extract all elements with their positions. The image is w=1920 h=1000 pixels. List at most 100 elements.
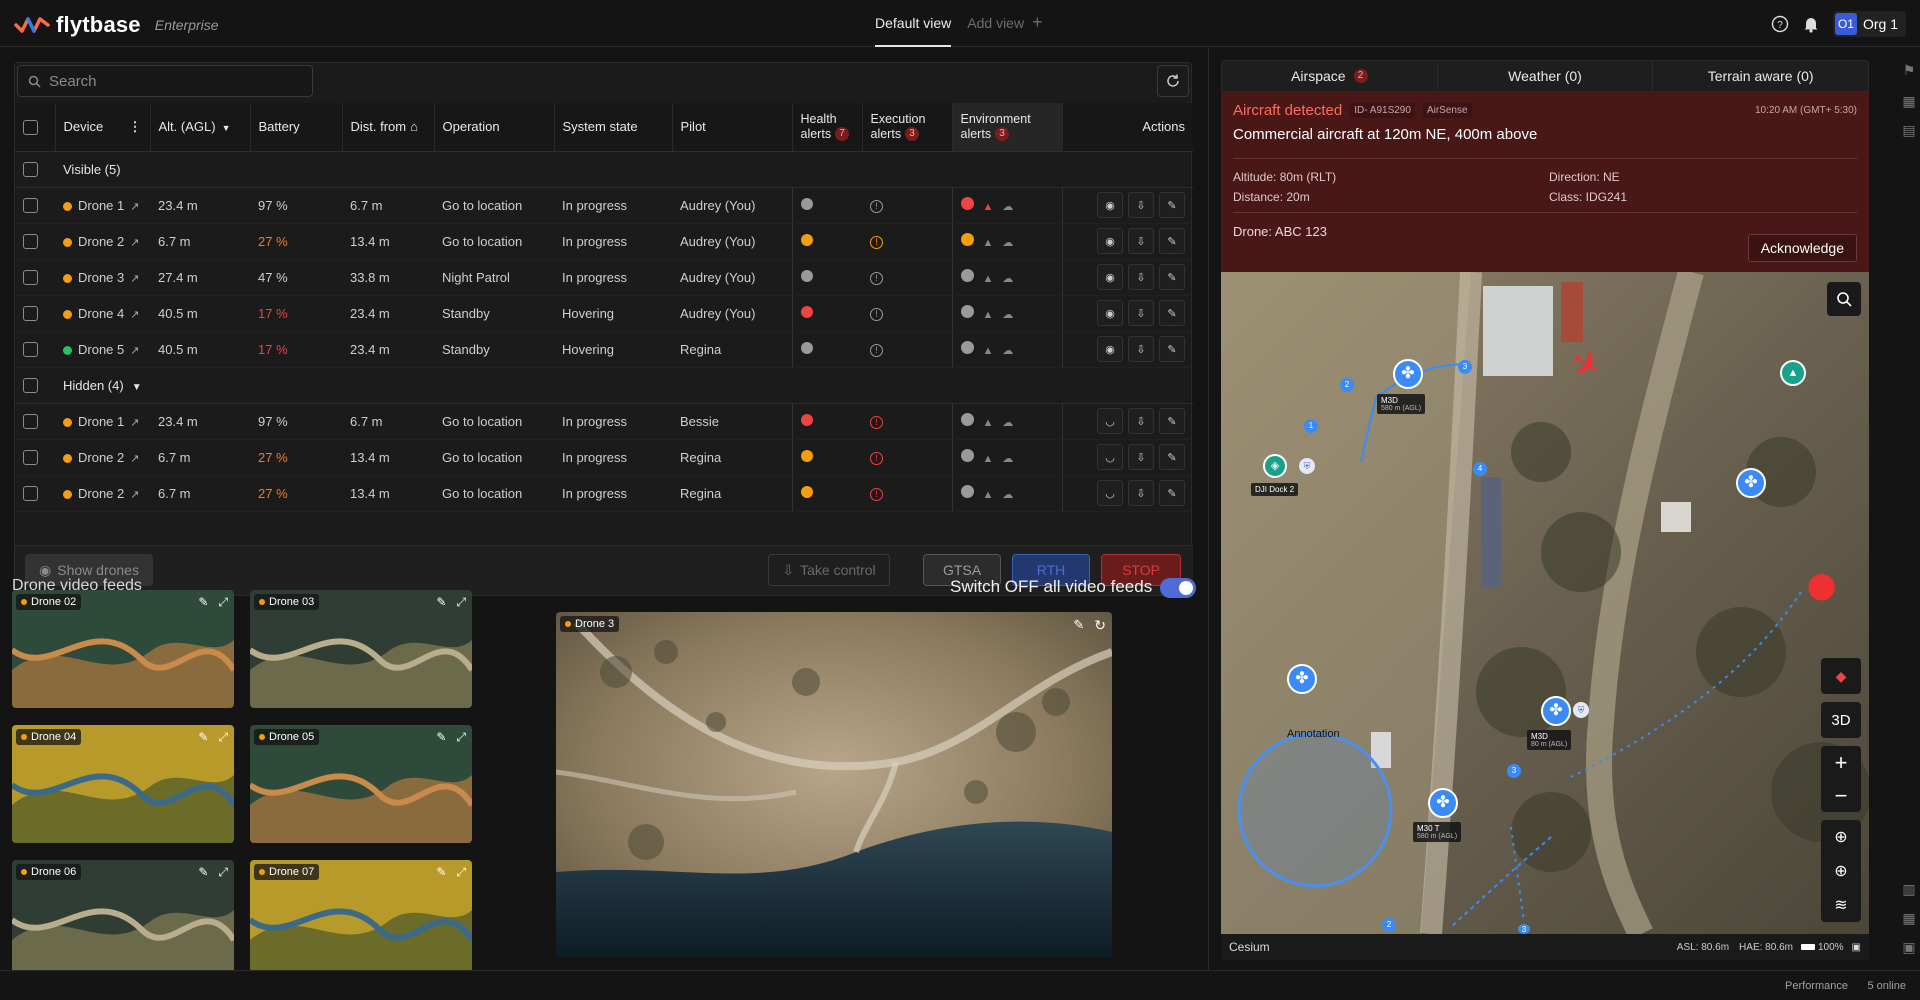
weather-status-icon[interactable]: ☁ xyxy=(1002,273,1013,285)
col-health[interactable]: Health alerts 7 xyxy=(792,103,863,152)
hide-icon[interactable]: ◡ xyxy=(1097,444,1123,470)
video-thumbnail[interactable]: Drone 05 ✎ ⤢ xyxy=(250,725,472,843)
select-all-checkbox[interactable] xyxy=(23,119,38,135)
view-icon[interactable]: ◉ xyxy=(1097,192,1123,218)
compass-button[interactable]: ◆ xyxy=(1821,658,1861,694)
video-thumbnail[interactable]: Drone 03 ✎ ⤢ xyxy=(250,590,472,708)
health-status-icon[interactable] xyxy=(800,197,813,210)
execution-status-icon[interactable]: ! xyxy=(870,271,883,285)
expand-icon[interactable]: ⤢ xyxy=(218,865,228,880)
control-icon[interactable]: ⇩ xyxy=(1128,300,1154,326)
performance-link[interactable]: Performance xyxy=(1785,980,1848,992)
org-switcher[interactable]: O1 Org 1 xyxy=(1832,11,1906,37)
table-row[interactable]: Drone 1 ↗ 23.4 m 97 % 6.7 m Go to location In … xyxy=(15,187,1193,224)
execution-status-icon[interactable]: ! xyxy=(870,451,883,465)
col-device[interactable]: Device ⋮ xyxy=(55,103,151,152)
terrain-status-icon[interactable]: ▲ xyxy=(983,453,994,465)
waypoint-marker[interactable]: 2 xyxy=(1340,378,1354,392)
health-status-icon[interactable] xyxy=(800,485,813,498)
waypoint-marker[interactable]: 4 xyxy=(1473,462,1487,476)
table-row[interactable]: Drone 1 ↗ 23.4 m 97 % 6.7 m Go to location In … xyxy=(15,403,1193,440)
airspace-status-icon[interactable] xyxy=(960,269,974,282)
group-visible-checkbox[interactable] xyxy=(23,162,38,178)
bell-icon[interactable] xyxy=(1803,15,1819,33)
drone-marker-m3d-top[interactable]: ✤ xyxy=(1393,359,1423,389)
group-hidden-checkbox[interactable] xyxy=(23,378,38,394)
device-cell[interactable]: Drone 1 ↗ xyxy=(55,403,150,440)
drone-marker-east[interactable]: ✤ xyxy=(1736,468,1766,498)
control-icon[interactable]: ⇩ xyxy=(1128,228,1154,254)
external-link-icon[interactable]: ↗ xyxy=(130,345,139,357)
pin-icon[interactable]: ✎ xyxy=(198,865,208,880)
drone-marker-annotation[interactable]: ✤ xyxy=(1287,664,1317,694)
dock-marker-east[interactable]: ▲ xyxy=(1780,360,1806,386)
control-icon[interactable]: ⇩ xyxy=(1128,336,1154,362)
pin-icon[interactable]: ✎ xyxy=(436,595,446,610)
table-row[interactable]: Drone 4 ↗ 40.5 m 17 % 23.4 m Standby Hovering A… xyxy=(15,295,1193,332)
col-dist[interactable]: Dist. from ⌂ xyxy=(342,103,435,152)
view-icon[interactable]: ◉ xyxy=(1097,264,1123,290)
storage-rail-icon[interactable]: ▥ xyxy=(1902,881,1915,898)
pin-icon[interactable]: ✎ xyxy=(1073,617,1084,634)
row-checkbox[interactable] xyxy=(23,306,38,322)
row-checkbox[interactable] xyxy=(23,270,38,286)
device-cell[interactable]: Drone 2 ↗ xyxy=(55,475,150,512)
toggle-3d-button[interactable]: 3D xyxy=(1821,702,1861,738)
pin-icon[interactable]: ✎ xyxy=(1159,444,1185,470)
add-view-button[interactable]: Add view + xyxy=(967,0,1042,47)
col-system-state[interactable]: System state xyxy=(554,103,673,152)
waypoint-marker[interactable]: 3 xyxy=(1518,924,1530,934)
terrain-status-icon[interactable]: ▲ xyxy=(983,309,994,321)
terrain-status-icon[interactable]: ▲ xyxy=(983,417,994,429)
col-battery[interactable]: Battery xyxy=(250,103,343,152)
video-feeds-toggle[interactable] xyxy=(1160,578,1196,598)
terrain-status-icon[interactable]: ▲ xyxy=(983,201,994,213)
col-alt[interactable]: Alt. (AGL) ▼ xyxy=(150,103,251,152)
acknowledge-button[interactable]: Acknowledge xyxy=(1747,234,1857,262)
col-operation[interactable]: Operation xyxy=(434,103,555,152)
external-link-icon[interactable]: ↗ xyxy=(130,201,139,213)
drone-marker-m30t[interactable]: ✤ xyxy=(1428,788,1458,818)
waypoint-marker[interactable]: 1 xyxy=(1304,419,1318,433)
grid-rail-icon[interactable]: ▦ xyxy=(1902,910,1915,927)
health-status-icon[interactable] xyxy=(800,269,813,282)
table-row[interactable]: Drone 5 ↗ 40.5 m 17 % 23.4 m Standby Hovering R… xyxy=(15,331,1193,368)
terrain-status-icon[interactable]: ▲ xyxy=(983,489,994,501)
weather-status-icon[interactable]: ☁ xyxy=(1002,237,1013,249)
execution-status-icon[interactable]: ! xyxy=(870,199,883,213)
main-video-feed[interactable]: Drone 3 ✎ ↻ xyxy=(556,612,1112,958)
refresh-icon[interactable]: ↻ xyxy=(1094,617,1106,634)
external-link-icon[interactable]: ↗ xyxy=(130,309,139,321)
help-icon[interactable]: ? xyxy=(1771,15,1789,33)
airspace-status-icon[interactable] xyxy=(960,341,974,354)
expand-icon[interactable]: ⤢ xyxy=(456,595,466,610)
health-status-icon[interactable] xyxy=(800,449,813,462)
pin-icon[interactable]: ✎ xyxy=(1159,192,1185,218)
execution-status-icon[interactable]: ! xyxy=(870,235,883,249)
waypoint-marker[interactable]: 3 xyxy=(1507,764,1521,778)
video-thumbnail[interactable]: Drone 04 ✎ ⤢ xyxy=(12,725,234,843)
row-checkbox[interactable] xyxy=(23,486,38,502)
weather-status-icon[interactable]: ☁ xyxy=(1002,309,1013,321)
video-thumbnail[interactable]: Drone 06 ✎ ⤢ xyxy=(12,860,234,978)
pin-icon[interactable]: ✎ xyxy=(198,595,208,610)
row-checkbox[interactable] xyxy=(23,234,38,250)
locate-drone-icon[interactable]: ⊕ xyxy=(1834,827,1847,847)
weather-status-icon[interactable]: ☁ xyxy=(1002,201,1013,213)
execution-status-icon[interactable]: ! xyxy=(870,343,883,357)
health-status-icon[interactable] xyxy=(800,305,813,318)
col-execution[interactable]: Execution alerts 3 xyxy=(862,103,953,152)
brand-logo[interactable]: flytbase Enterprise xyxy=(14,12,219,38)
airspace-status-icon[interactable] xyxy=(960,233,974,246)
weather-status-icon[interactable]: ☁ xyxy=(1002,345,1013,357)
take-control-button[interactable]: ⇩ Take control xyxy=(768,554,890,586)
pin-icon[interactable]: ✎ xyxy=(198,730,208,745)
video-thumbnail[interactable]: Drone 02 ✎ ⤢ xyxy=(12,590,234,708)
zoom-out-button[interactable]: − xyxy=(1835,783,1848,809)
view-icon[interactable]: ◉ xyxy=(1097,336,1123,362)
control-icon[interactable]: ⇩ xyxy=(1128,264,1154,290)
execution-status-icon[interactable]: ! xyxy=(870,307,883,321)
pin-icon[interactable]: ✎ xyxy=(1159,480,1185,506)
view-icon[interactable]: ◉ xyxy=(1097,228,1123,254)
external-link-icon[interactable]: ↗ xyxy=(130,417,139,429)
